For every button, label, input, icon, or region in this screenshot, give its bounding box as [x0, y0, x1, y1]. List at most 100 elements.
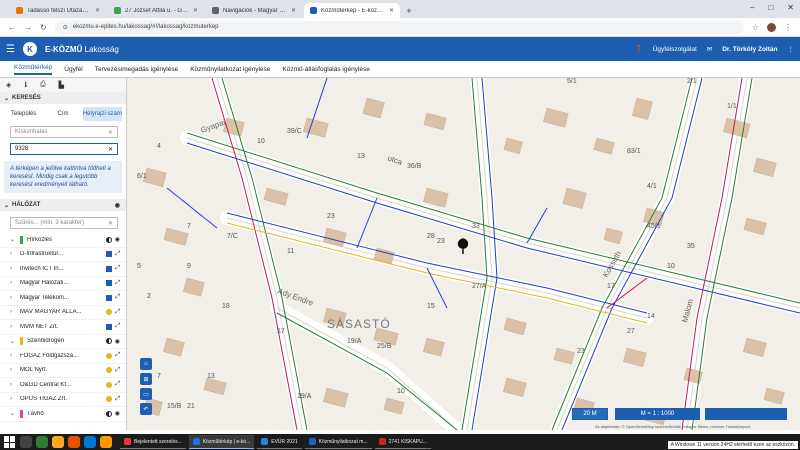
- taskbar-app[interactable]: Bejelentett szerelés...: [120, 435, 186, 449]
- info-badge-icon[interactable]: [106, 367, 113, 374]
- close-window-icon[interactable]: ✕: [787, 3, 794, 12]
- layer-item[interactable]: › MVM NET Zrt. ⤢: [0, 320, 126, 335]
- firefox-icon[interactable]: [100, 436, 112, 448]
- browser-tab[interactable]: Közműtérkép - E-közmű ✕: [304, 3, 400, 18]
- expand-icon[interactable]: ⤢: [115, 280, 120, 287]
- layer-link-icon[interactable]: [106, 294, 113, 301]
- chevron-right-icon[interactable]: ›: [10, 295, 16, 301]
- layer-group[interactable]: ⌄ Távhő ◉: [0, 407, 126, 422]
- taskbar-app[interactable]: Közműnyilatkozat m...: [304, 435, 372, 449]
- layer-group[interactable]: ⌄ Hírközlés ◉: [0, 233, 126, 248]
- clear-icon[interactable]: ✕: [108, 129, 113, 136]
- info-icon[interactable]: ℹ: [24, 81, 27, 89]
- info-badge-icon[interactable]: [106, 352, 113, 359]
- layer-link-icon[interactable]: [106, 280, 113, 287]
- layer-link-icon[interactable]: [106, 265, 113, 272]
- eye-icon[interactable]: ◉: [115, 236, 120, 243]
- layer-item[interactable]: › MÁV MAGYAR ÁLLA... ⤢: [0, 306, 126, 320]
- layer-link-icon[interactable]: [106, 323, 113, 330]
- expand-icon[interactable]: ⤢: [115, 396, 120, 403]
- help-link[interactable]: Ügyfélszolgálat: [653, 46, 697, 53]
- back-icon[interactable]: ←: [8, 23, 16, 32]
- browser-menu-icon[interactable]: ⋮: [784, 23, 792, 32]
- search-section-header[interactable]: ⌄ KERESÉS: [0, 92, 126, 104]
- layer-group[interactable]: ⌄ Szénhidrogén ◉: [0, 335, 126, 349]
- measure-icon[interactable]: ▙: [59, 81, 64, 89]
- expand-icon[interactable]: ⤢: [115, 309, 120, 316]
- expand-icon[interactable]: ⤢: [115, 381, 120, 388]
- user-menu-icon[interactable]: ⋮: [788, 45, 795, 53]
- orange-app-icon[interactable]: [68, 436, 80, 448]
- chevron-down-icon[interactable]: ⌄: [10, 236, 16, 243]
- clear-icon[interactable]: ✕: [108, 146, 113, 153]
- expand-icon[interactable]: ⤢: [115, 294, 120, 301]
- layer-item[interactable]: › D-Infrastruktúr... ⤢: [0, 248, 126, 262]
- avatar[interactable]: [767, 22, 776, 32]
- tab-close-icon[interactable]: ✕: [95, 7, 100, 14]
- chevron-right-icon[interactable]: ›: [10, 367, 16, 373]
- search-mode-tab[interactable]: Település: [4, 107, 43, 121]
- menu-item[interactable]: Ügyfél: [64, 66, 82, 73]
- chevron-right-icon[interactable]: ›: [10, 280, 16, 286]
- menu-item[interactable]: Közműtérkép: [14, 64, 53, 75]
- hrsz-input[interactable]: 9328 ✕: [10, 143, 118, 155]
- bookmark-star-icon[interactable]: ☆: [752, 23, 759, 32]
- taskbar-app[interactable]: Közműtérkép | e-kö...: [188, 435, 255, 449]
- eye-icon[interactable]: ◉: [115, 410, 120, 417]
- network-filter-input[interactable]: Szűrés... (min. 3 karakter) ✕: [10, 217, 118, 229]
- browser-tab[interactable]: Navigációk - Magyar Sütiség... ✕: [206, 3, 302, 18]
- hamburger-menu-icon[interactable]: ☰: [6, 44, 15, 55]
- expand-icon[interactable]: ⤢: [115, 323, 120, 330]
- menu-item[interactable]: Tervezésimegadás igénylése: [95, 66, 178, 73]
- tab-close-icon[interactable]: ✕: [193, 7, 198, 14]
- chevron-right-icon[interactable]: ›: [10, 251, 16, 257]
- layer-item[interactable]: › OPUS TIGÁZ Zrt. ⤢: [0, 393, 126, 407]
- undo-icon[interactable]: ↶: [140, 403, 152, 415]
- layers-icon[interactable]: ◈: [6, 81, 11, 89]
- locality-input[interactable]: Kiskunhalas ✕: [10, 126, 118, 138]
- layer-item[interactable]: › Magyar Telekom... ⤢: [0, 291, 126, 306]
- reload-icon[interactable]: ↻: [40, 23, 47, 32]
- folder-icon[interactable]: [52, 436, 64, 448]
- layer-item[interactable]: › Magyar Hálózati... ⤢: [0, 277, 126, 291]
- info-badge-icon[interactable]: [106, 381, 113, 388]
- chevron-right-icon[interactable]: ›: [10, 266, 16, 272]
- expand-icon[interactable]: ⤢: [115, 352, 120, 359]
- site-info-icon[interactable]: ⊙: [63, 24, 68, 31]
- layer-item[interactable]: › FŐGÁZ Földgázszá... ⤢: [0, 349, 126, 364]
- new-tab-button[interactable]: +: [402, 3, 416, 18]
- user-name[interactable]: Dr. Törköly Zoltán: [722, 46, 777, 53]
- expand-icon[interactable]: ⤢: [115, 367, 120, 374]
- chevron-down-icon[interactable]: ⌄: [10, 338, 16, 345]
- chevron-right-icon[interactable]: ›: [10, 324, 16, 330]
- zoom-extent-icon[interactable]: ⊞: [140, 373, 152, 385]
- minimize-icon[interactable]: –: [750, 3, 754, 12]
- expand-icon[interactable]: ⤢: [115, 265, 120, 272]
- edge-icon[interactable]: [84, 436, 96, 448]
- chevron-right-icon[interactable]: ›: [10, 396, 16, 402]
- taskbar-app[interactable]: 2741 KISKAPU...: [374, 435, 431, 449]
- select-icon[interactable]: ▭: [140, 388, 152, 400]
- search-mode-tab[interactable]: Cím: [43, 107, 82, 121]
- layer-item[interactable]: › MOL Nyrt. ⤢: [0, 364, 126, 378]
- eye-icon[interactable]: ◉: [115, 338, 120, 345]
- mail-icon[interactable]: ✉: [707, 45, 712, 53]
- chevron-down-icon[interactable]: ⌄: [10, 410, 16, 417]
- browser-tab[interactable]: 27 József Attila u. - Google Té... ✕: [108, 3, 204, 18]
- layer-item[interactable]: › Ó&GD Central Kf... ⤢: [0, 378, 126, 393]
- print-icon[interactable]: ⎙: [40, 81, 46, 89]
- search-mode-tab[interactable]: Helyrajzi szám: [82, 107, 122, 121]
- forward-icon[interactable]: →: [24, 23, 32, 32]
- taskbar-app[interactable]: EVÜR 2021: [257, 435, 302, 449]
- expand-icon[interactable]: ⤢: [115, 251, 120, 258]
- info-badge-icon[interactable]: [106, 396, 113, 403]
- chevron-right-icon[interactable]: ›: [10, 353, 16, 359]
- scale-ratio[interactable]: M = 1 : 1000: [615, 408, 700, 420]
- windows-update-notice[interactable]: A Windows 11 version 24H2 elérhető ezen …: [667, 441, 798, 449]
- chevron-right-icon[interactable]: ›: [10, 309, 16, 315]
- info-badge-icon[interactable]: [106, 309, 113, 316]
- tab-close-icon[interactable]: ✕: [291, 7, 296, 14]
- network-section-header[interactable]: ⌄ HÁLÓZAT ◉: [0, 199, 126, 211]
- url-field[interactable]: ⊙ ekozmu.e-epites.hu/lakossag/#!/lakossa…: [54, 20, 744, 34]
- opacity-icon[interactable]: [105, 236, 112, 243]
